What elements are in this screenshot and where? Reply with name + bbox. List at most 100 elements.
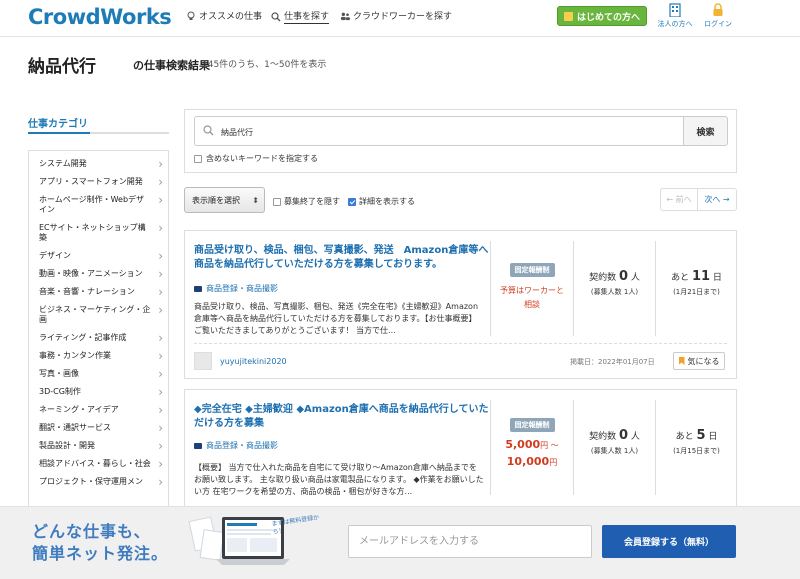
banner-copy: どんな仕事も、 簡単ネット発注。 bbox=[32, 521, 168, 565]
exclude-checkbox[interactable] bbox=[194, 154, 202, 163]
job-price-column: 固定報酬制 予算はワーカーと相談 bbox=[490, 241, 573, 336]
page-title-suffix: の仕事検索結果 bbox=[133, 59, 210, 72]
contract-unit: 人 bbox=[630, 273, 640, 283]
next-page-button[interactable]: 次へ → bbox=[697, 188, 737, 211]
sidebar-item-naming[interactable]: ネーミング・アイデア bbox=[29, 405, 168, 415]
sidebar-item-design[interactable]: デザイン bbox=[29, 251, 168, 261]
sidebar-item-project[interactable]: プロジェクト・保守運用メン bbox=[29, 477, 168, 487]
price-max: 10,000 bbox=[506, 455, 550, 468]
remaining-label: あと bbox=[675, 432, 694, 442]
sidebar-item-translation[interactable]: 翻訳・通訳サービス bbox=[29, 423, 168, 433]
crowdworks-logo[interactable]: CrowdWorks bbox=[28, 5, 172, 29]
remaining-unit: 日 bbox=[712, 273, 722, 283]
show-detail-option[interactable]: 詳細を表示する bbox=[348, 196, 415, 207]
job-price: 5,000円 〜 10,000円 bbox=[491, 437, 573, 471]
sort-select[interactable]: 表示順を選択 bbox=[184, 187, 265, 213]
register-button[interactable]: 会員登録する（無料） bbox=[602, 525, 736, 558]
lightbulb-icon bbox=[187, 11, 195, 20]
sort-select-label: 表示順を選択 bbox=[192, 195, 240, 205]
contract-label: 契約数 bbox=[589, 273, 617, 283]
search-icon bbox=[203, 125, 214, 136]
search-input[interactable]: 納品代行 bbox=[194, 116, 684, 146]
sidebar-item-3dcg[interactable]: 3D-CG制作 bbox=[29, 387, 168, 397]
folder-icon bbox=[194, 442, 202, 449]
folder-icon bbox=[194, 285, 202, 292]
nav-find-jobs[interactable]: 仕事を探す bbox=[271, 9, 330, 24]
sidebar-item-consulting[interactable]: 相談アドバイス・暮らし・社会 bbox=[29, 459, 168, 469]
job-category[interactable]: 商品登録・商品撮影 bbox=[194, 440, 278, 451]
exclude-keywords-toggle[interactable]: 含めないキーワードを指定する bbox=[194, 153, 318, 164]
sidebar-heading: 仕事カテゴリ bbox=[28, 119, 88, 130]
page-title: 納品代行 bbox=[28, 57, 96, 77]
job-card: 商品受け取り、検品、梱包、写真撮影、発送 Amazon倉庫等へ商品を納品代行して… bbox=[184, 230, 737, 379]
job-price: 予算はワーカーと相談 bbox=[500, 286, 564, 309]
job-contract-column: 契約数 0 人 (募集人数 1人) bbox=[573, 400, 655, 495]
banner-line-2: 簡単ネット発注。 bbox=[32, 544, 169, 563]
email-input[interactable]: メールアドレスを入力する bbox=[348, 525, 592, 558]
login-link[interactable]: ログイン bbox=[696, 3, 740, 29]
sidebar-item-writing[interactable]: ライティング・記事作成 bbox=[29, 333, 168, 343]
sidebar-item-app-dev[interactable]: アプリ・スマートフォン開発 bbox=[29, 177, 168, 187]
job-category[interactable]: 商品登録・商品撮影 bbox=[194, 283, 278, 294]
price-separator: 円 〜 bbox=[540, 441, 559, 450]
login-label: ログイン bbox=[704, 20, 732, 28]
building-icon bbox=[669, 3, 681, 17]
favorite-label: 気になる bbox=[687, 356, 720, 366]
nav-recommended-label: オススメの仕事 bbox=[199, 12, 263, 22]
job-contract-column: 契約数 0 人 (募集人数 1人) bbox=[573, 241, 655, 336]
contract-unit: 人 bbox=[630, 432, 640, 442]
nav-find-workers-label: クラウドワーカーを探す bbox=[353, 12, 453, 22]
remaining-days: 5 bbox=[696, 428, 706, 443]
favorite-button[interactable]: 気になる bbox=[673, 352, 725, 370]
users-icon bbox=[340, 12, 350, 20]
price-unit: 円 bbox=[549, 458, 558, 467]
hide-closed-option[interactable]: 募集終了を隠す bbox=[273, 196, 340, 207]
job-deadline-column: あと 5 日 (1月15日まで) bbox=[655, 400, 737, 495]
search-icon bbox=[271, 11, 281, 21]
nav-find-workers[interactable]: クラウドワーカーを探す bbox=[340, 9, 452, 22]
banner-line-1: どんな仕事も、 bbox=[32, 522, 151, 541]
show-detail-checkbox[interactable] bbox=[348, 197, 356, 206]
beginner-icon bbox=[563, 11, 573, 21]
contract-label: 契約数 bbox=[589, 432, 617, 442]
sidebar-item-web-design[interactable]: ホームページ制作・Webデザイン bbox=[29, 195, 168, 215]
show-detail-label: 詳細を表示する bbox=[359, 197, 415, 206]
first-time-button[interactable]: はじめての方へ bbox=[557, 6, 647, 26]
deadline-date: (1月15日まで) bbox=[673, 447, 720, 455]
sidebar-item-system-dev[interactable]: システム開発 bbox=[29, 159, 168, 169]
hide-closed-checkbox[interactable] bbox=[273, 197, 281, 206]
nav-find-jobs-label: 仕事を探す bbox=[284, 9, 330, 24]
bookmark-icon bbox=[678, 357, 685, 365]
remaining-unit: 日 bbox=[708, 432, 718, 442]
sidebar-item-video[interactable]: 動画・映像・アニメーション bbox=[29, 269, 168, 279]
corporate-label: 法人の方へ bbox=[657, 20, 693, 28]
price-min: 5,000 bbox=[505, 438, 541, 451]
sidebar-item-ec-site[interactable]: ECサイト・ネットショップ構築 bbox=[29, 223, 168, 243]
sidebar-item-music[interactable]: 音楽・音響・ナレーション bbox=[29, 287, 168, 297]
job-title[interactable]: ◆完全在宅 ◆主婦歓迎 ◆Amazon倉庫へ商品を納品代行していただける方を募集 bbox=[194, 403, 489, 431]
search-button[interactable]: 検索 bbox=[683, 116, 728, 146]
lock-icon bbox=[713, 3, 723, 16]
corporate-link[interactable]: 法人の方へ bbox=[653, 3, 697, 29]
prev-page-button[interactable]: ← 前へ bbox=[660, 188, 698, 211]
sidebar-item-business[interactable]: ビジネス・マーケティング・企画 bbox=[29, 305, 168, 325]
sidebar-item-photo[interactable]: 写真・画像 bbox=[29, 369, 168, 379]
applicants-count: (募集人数 1人) bbox=[590, 288, 639, 296]
posted-date: 掲載日：2022年01月07日 bbox=[570, 358, 655, 366]
deadline-date: (1月21日まで) bbox=[673, 288, 720, 296]
category-list: システム開発 アプリ・スマートフォン開発 ホームページ制作・Webデザイン EC… bbox=[28, 150, 169, 510]
contract-count: 0 bbox=[618, 428, 629, 443]
avatar[interactable] bbox=[194, 352, 212, 370]
result-count: 145件のうち、1〜50件を表示 bbox=[202, 60, 327, 70]
remaining-label: あと bbox=[671, 273, 690, 283]
sidebar-item-product-design[interactable]: 製品設計・開発 bbox=[29, 441, 168, 451]
nav-recommended[interactable]: オススメの仕事 bbox=[186, 9, 262, 22]
site-header: CrowdWorks オススメの仕事 仕事を探す クラウドワーカーを探す はじめ… bbox=[0, 0, 800, 37]
search-input-value: 納品代行 bbox=[221, 128, 253, 137]
job-category-label: 商品登録・商品撮影 bbox=[206, 284, 278, 293]
job-title[interactable]: 商品受け取り、検品、梱包、写真撮影、発送 Amazon倉庫等へ商品を納品代行して… bbox=[194, 244, 489, 272]
first-time-label: はじめての方へ bbox=[576, 12, 640, 23]
job-card-divider bbox=[194, 343, 727, 344]
client-username[interactable]: yuyujitekini2020 bbox=[220, 357, 287, 366]
sidebar-item-office[interactable]: 事務・カンタン作業 bbox=[29, 351, 168, 361]
